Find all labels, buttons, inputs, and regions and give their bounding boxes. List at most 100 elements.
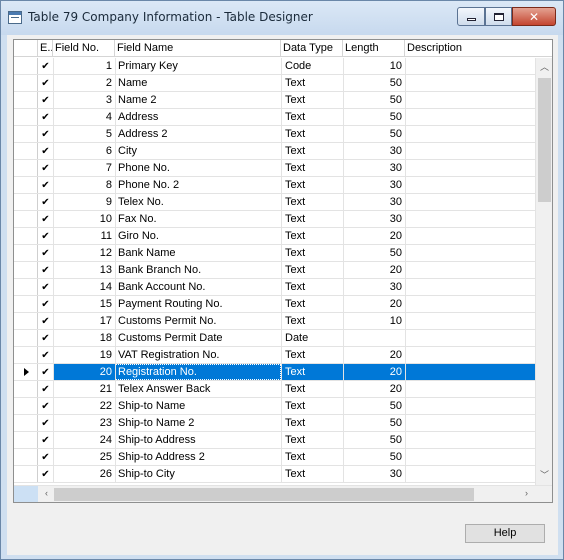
row-selector[interactable]	[14, 262, 38, 278]
field-no-cell[interactable]: 10	[53, 211, 115, 227]
data-type-cell[interactable]: Text	[281, 313, 343, 329]
field-name-cell[interactable]: Phone No. 2	[115, 177, 281, 193]
description-cell[interactable]	[405, 245, 535, 261]
description-cell[interactable]	[405, 296, 535, 312]
row-selector[interactable]	[14, 279, 38, 295]
field-name-cell[interactable]: Ship-to City	[115, 466, 281, 482]
length-cell[interactable]: 20	[343, 381, 405, 397]
description-cell[interactable]	[405, 432, 535, 448]
description-cell[interactable]	[405, 381, 535, 397]
row-selector[interactable]	[14, 432, 38, 448]
enabled-checkbox[interactable]: ✔	[38, 313, 53, 329]
table-row[interactable]: ✔ 14 Bank Account No. Text 30	[14, 279, 535, 296]
length-cell[interactable]: 20	[343, 347, 405, 363]
field-no-cell[interactable]: 24	[53, 432, 115, 448]
table-row[interactable]: ✔ 21 Telex Answer Back Text 20	[14, 381, 535, 398]
data-type-cell[interactable]: Text	[281, 347, 343, 363]
length-cell[interactable]: 20	[343, 262, 405, 278]
enabled-checkbox[interactable]: ✔	[38, 143, 53, 159]
data-type-cell[interactable]: Text	[281, 398, 343, 414]
enabled-checkbox[interactable]: ✔	[38, 381, 53, 397]
enabled-checkbox[interactable]: ✔	[38, 296, 53, 312]
field-name-cell[interactable]: Name 2	[115, 92, 281, 108]
enabled-checkbox[interactable]: ✔	[38, 415, 53, 431]
table-row[interactable]: ✔ 10 Fax No. Text 30	[14, 211, 535, 228]
row-selector[interactable]	[14, 296, 38, 312]
field-no-cell[interactable]: 22	[53, 398, 115, 414]
field-name-cell[interactable]: Fax No.	[115, 211, 281, 227]
length-cell[interactable]: 50	[343, 109, 405, 125]
data-type-cell[interactable]: Text	[281, 228, 343, 244]
description-cell[interactable]	[405, 58, 535, 74]
table-row[interactable]: ✔ 24 Ship-to Address Text 50	[14, 432, 535, 449]
data-type-cell[interactable]: Text	[281, 296, 343, 312]
data-type-cell[interactable]: Code	[281, 58, 343, 74]
enabled-checkbox[interactable]: ✔	[38, 177, 53, 193]
data-type-cell[interactable]: Text	[281, 262, 343, 278]
data-type-cell[interactable]: Text	[281, 432, 343, 448]
table-row[interactable]: ✔ 6 City Text 30	[14, 143, 535, 160]
table-row[interactable]: ✔ 15 Payment Routing No. Text 20	[14, 296, 535, 313]
header-field-name[interactable]: Field Name	[115, 40, 281, 57]
header-length[interactable]: Length	[343, 40, 405, 57]
table-row[interactable]: ✔ 12 Bank Name Text 50	[14, 245, 535, 262]
length-cell[interactable]: 50	[343, 126, 405, 142]
row-selector[interactable]	[14, 330, 38, 346]
row-selector[interactable]	[14, 58, 38, 74]
enabled-checkbox[interactable]: ✔	[38, 75, 53, 91]
row-selector[interactable]	[14, 177, 38, 193]
field-name-cell[interactable]: Customs Permit No.	[115, 313, 281, 329]
row-selector[interactable]	[14, 398, 38, 414]
length-cell[interactable]: 20	[343, 364, 405, 380]
field-no-cell[interactable]: 20	[53, 364, 115, 380]
description-cell[interactable]	[405, 160, 535, 176]
table-row[interactable]: ✔ 7 Phone No. Text 30	[14, 160, 535, 177]
enabled-checkbox[interactable]: ✔	[38, 228, 53, 244]
enabled-checkbox[interactable]: ✔	[38, 432, 53, 448]
table-row[interactable]: ✔ 4 Address Text 50	[14, 109, 535, 126]
enabled-checkbox[interactable]: ✔	[38, 109, 53, 125]
data-type-cell[interactable]: Text	[281, 415, 343, 431]
length-cell[interactable]: 30	[343, 177, 405, 193]
description-cell[interactable]	[405, 126, 535, 142]
description-cell[interactable]	[405, 75, 535, 91]
table-row[interactable]: ✔ 13 Bank Branch No. Text 20	[14, 262, 535, 279]
table-row[interactable]: ✔ 17 Customs Permit No. Text 10	[14, 313, 535, 330]
length-cell[interactable]: 30	[343, 279, 405, 295]
field-name-cell[interactable]: Bank Branch No.	[115, 262, 281, 278]
row-selector[interactable]	[14, 313, 38, 329]
field-no-cell[interactable]: 25	[53, 449, 115, 465]
data-type-cell[interactable]: Text	[281, 75, 343, 91]
vertical-scroll-thumb[interactable]	[538, 78, 551, 202]
field-no-cell[interactable]: 6	[53, 143, 115, 159]
data-type-cell[interactable]: Text	[281, 194, 343, 210]
field-no-cell[interactable]: 11	[53, 228, 115, 244]
horizontal-scrollbar[interactable]: ‹ ›	[14, 485, 552, 502]
row-selector[interactable]	[14, 211, 38, 227]
description-cell[interactable]	[405, 466, 535, 482]
description-cell[interactable]	[405, 194, 535, 210]
data-type-cell[interactable]: Text	[281, 160, 343, 176]
description-cell[interactable]	[405, 228, 535, 244]
table-row[interactable]: ✔ 26 Ship-to City Text 30	[14, 466, 535, 483]
field-no-cell[interactable]: 2	[53, 75, 115, 91]
length-cell[interactable]: 10	[343, 313, 405, 329]
row-selector[interactable]	[14, 347, 38, 363]
data-type-cell[interactable]: Text	[281, 92, 343, 108]
enabled-checkbox[interactable]: ✔	[38, 92, 53, 108]
field-no-cell[interactable]: 17	[53, 313, 115, 329]
header-data-type[interactable]: Data Type	[281, 40, 343, 57]
enabled-checkbox[interactable]: ✔	[38, 160, 53, 176]
field-name-cell[interactable]: Payment Routing No.	[115, 296, 281, 312]
length-cell[interactable]: 50	[343, 75, 405, 91]
length-cell[interactable]: 10	[343, 58, 405, 74]
description-cell[interactable]	[405, 109, 535, 125]
field-no-cell[interactable]: 9	[53, 194, 115, 210]
field-no-cell[interactable]: 23	[53, 415, 115, 431]
description-cell[interactable]	[405, 398, 535, 414]
chevron-left-icon[interactable]: ‹	[38, 488, 55, 498]
length-cell[interactable]: 50	[343, 432, 405, 448]
length-cell[interactable]: 50	[343, 415, 405, 431]
description-cell[interactable]	[405, 177, 535, 193]
row-selector[interactable]	[14, 228, 38, 244]
